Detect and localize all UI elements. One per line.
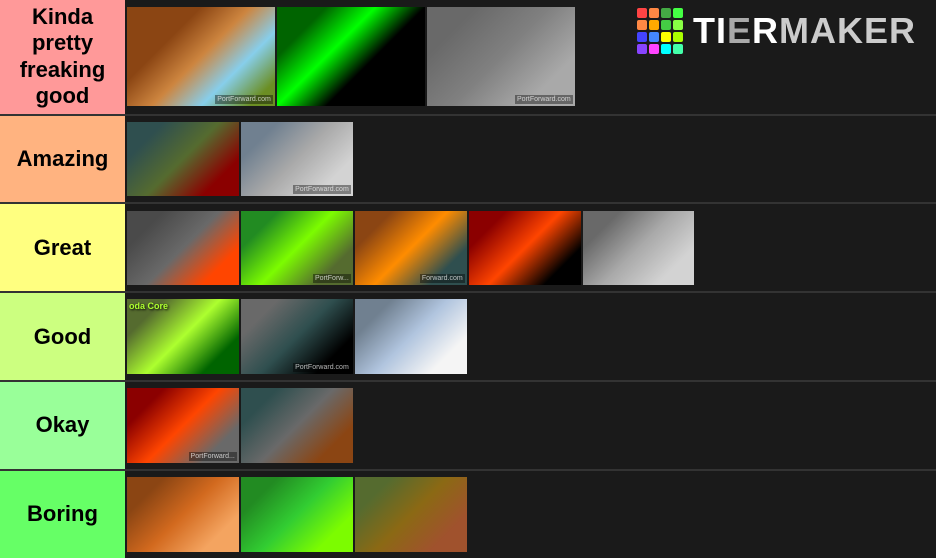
list-item [241, 388, 353, 463]
list-item: PortForward... [127, 388, 239, 463]
list-item [355, 299, 467, 374]
list-item [277, 7, 425, 106]
list-item [127, 211, 239, 286]
logo-dot [637, 20, 647, 30]
logo-dot [661, 32, 671, 42]
tier-label-kinda: Kinda pretty freaking good [0, 0, 125, 114]
list-item: PortForward.com [241, 122, 353, 197]
logo-dot [637, 32, 647, 42]
logo-dot [649, 32, 659, 42]
list-item: PortForward.com [427, 7, 575, 106]
tier-items-okay: PortForward... [125, 382, 936, 469]
list-item: PortForw... [241, 211, 353, 286]
logo-dot [649, 8, 659, 18]
tier-row-great: Great PortForw... Forward.com [0, 204, 936, 293]
tier-label-good: Good [0, 293, 125, 380]
logo-dot [649, 44, 659, 54]
tier-items-boring [125, 471, 936, 558]
logo-text: Tiermaker [693, 10, 916, 52]
logo-dot [673, 20, 683, 30]
tier-row-good: Good oda Core PortForward.com [0, 293, 936, 382]
tier-label-amazing: Amazing [0, 116, 125, 203]
logo-dot [673, 44, 683, 54]
logo-dot [673, 32, 683, 42]
tier-label-okay: Okay [0, 382, 125, 469]
list-item: Forward.com [355, 211, 467, 286]
logo-dot [637, 8, 647, 18]
tier-row-amazing: Amazing PortForward.com [0, 116, 936, 205]
tier-label-boring: Boring [0, 471, 125, 558]
list-item [127, 122, 239, 197]
list-item: oda Core [127, 299, 239, 374]
tier-items-good: oda Core PortForward.com [125, 293, 936, 380]
list-item [469, 211, 581, 286]
tiermaker-logo: Tiermaker [637, 8, 916, 54]
list-item: PortForward.com [127, 7, 275, 106]
list-item [583, 211, 695, 286]
logo-dot [673, 8, 683, 18]
tier-label-great: Great [0, 204, 125, 291]
logo-grid [637, 8, 683, 54]
logo-dot [661, 8, 671, 18]
list-item [355, 477, 467, 552]
tier-items-amazing: PortForward.com [125, 116, 936, 203]
logo-dot [661, 44, 671, 54]
tier-items-great: PortForw... Forward.com [125, 204, 936, 291]
tier-row-boring: Boring [0, 471, 936, 558]
tier-table: Tiermaker Kinda pretty freaking good Por… [0, 0, 936, 558]
list-item [241, 477, 353, 552]
logo-dot [649, 20, 659, 30]
tier-row-okay: Okay PortForward... [0, 382, 936, 471]
logo-dot [661, 20, 671, 30]
list-item [127, 477, 239, 552]
list-item: PortForward.com [241, 299, 353, 374]
logo-dot [637, 44, 647, 54]
